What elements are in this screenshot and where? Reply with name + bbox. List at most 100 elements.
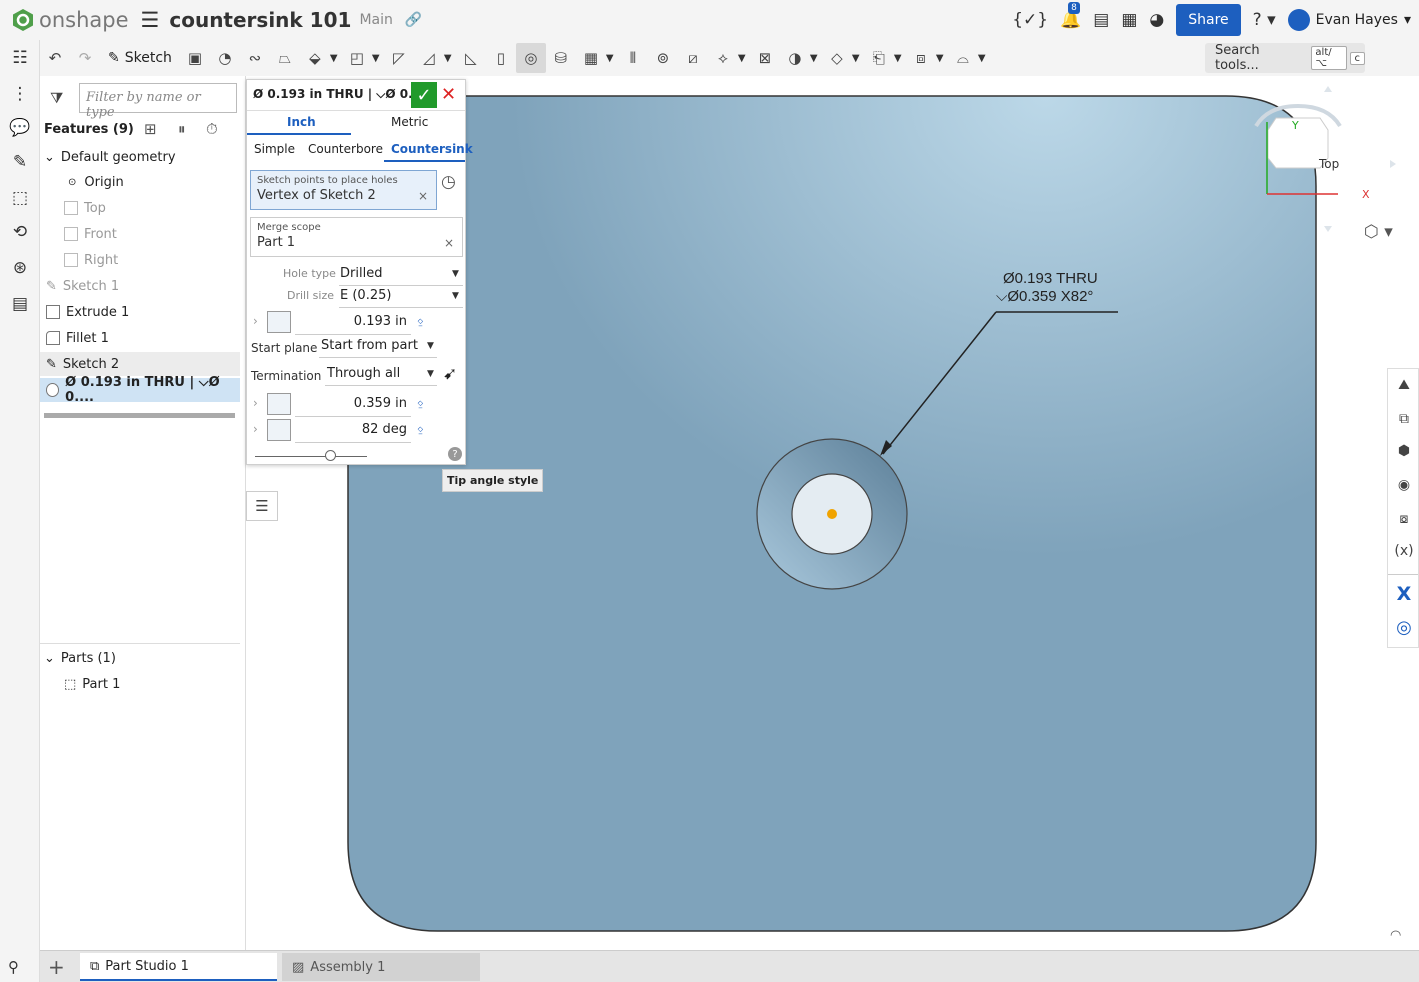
search-tools-input[interactable]: Search tools... alt/⌥ c (1205, 43, 1365, 73)
mirror-icon[interactable]: ⫴ (618, 43, 648, 73)
measure-icon[interactable]: ⧇ (1392, 507, 1416, 531)
part-1-item[interactable]: ⬚ Part 1 (64, 672, 264, 696)
tab-part-studio-1[interactable]: ⧉ Part Studio 1 (80, 953, 277, 981)
modify-fillet-icon[interactable]: ◑ (780, 43, 810, 73)
camera-icon[interactable]: ◠ (1390, 928, 1401, 943)
plane-right-item[interactable]: Right (64, 248, 264, 272)
parts-folder[interactable]: ⌄ Parts (1) (44, 646, 244, 670)
thicken-icon[interactable]: ⬙ (300, 43, 330, 73)
link-icon[interactable]: 🔗 (405, 12, 422, 28)
dropdown-caret[interactable]: ▼ (372, 53, 384, 64)
clear-icon[interactable]: × (444, 236, 454, 250)
tab-counterbore[interactable]: Counterbore (308, 142, 383, 156)
origin-item[interactable]: ⊙ Origin (68, 170, 268, 194)
countersink-diameter-input[interactable]: 0.359 in (337, 396, 407, 411)
start-plane-select[interactable]: Start from part (321, 338, 418, 353)
dropdown-caret[interactable]: ▼ (427, 369, 434, 379)
detail-slider-knob[interactable] (325, 450, 336, 461)
plane-top-item[interactable]: Top (64, 196, 264, 220)
hole-type-select[interactable]: Drilled (340, 266, 382, 281)
thread-icon[interactable]: ⛁ (546, 43, 576, 73)
user-menu[interactable]: Evan Hayes ▾ (1287, 9, 1411, 31)
dropdown-caret[interactable]: ▼ (852, 53, 864, 64)
revolve-icon[interactable]: ◔ (210, 43, 240, 73)
default-geometry-folder[interactable]: ⌄ Default geometry (44, 145, 244, 169)
cancel-button[interactable]: ✕ (441, 84, 456, 105)
surface-icon[interactable]: ⌓ (948, 43, 978, 73)
rib-icon[interactable]: ◺ (456, 43, 486, 73)
document-title[interactable]: countersink 101 (169, 8, 351, 32)
extrude-icon[interactable]: ▣ (180, 43, 210, 73)
tab-simple[interactable]: Simple (254, 142, 295, 156)
menu-icon[interactable]: ☰ (141, 8, 160, 32)
loft-icon[interactable]: ⏢ (270, 43, 300, 73)
code-icon[interactable]: {✓} (1012, 10, 1048, 30)
feature-list-icon[interactable]: ☷ (8, 46, 32, 70)
variables-icon[interactable]: ⋮ (8, 82, 32, 106)
rollback-pause-icon[interactable]: ⏸ (178, 120, 186, 138)
onshape-logo[interactable]: onshape (12, 8, 129, 32)
chevron-right-icon[interactable]: › (253, 314, 258, 328)
feature-sketch-2[interactable]: ✎ Sketch 2 (40, 352, 240, 376)
transform-icon[interactable]: ⟡ (708, 43, 738, 73)
analysis-app-icon[interactable]: ◎ (1392, 615, 1416, 639)
merge-scope-field[interactable]: Merge scope Part 1 × (250, 217, 463, 257)
help-icon[interactable]: ? ▾ (1253, 10, 1276, 30)
comments-icon[interactable]: 💬 (8, 116, 32, 140)
chamfer-icon[interactable]: ◸ (384, 43, 414, 73)
variables-fx-icon[interactable]: (x) (1392, 539, 1416, 563)
tab-metric[interactable]: Metric (391, 115, 428, 129)
feature-extrude-1[interactable]: Extrude 1 (46, 300, 246, 324)
countersink-angle-input[interactable]: 82 deg (337, 422, 407, 437)
filter-icon[interactable]: ⧩ (50, 89, 63, 107)
dropdown-caret[interactable]: ▼ (894, 53, 906, 64)
pattern-icon[interactable]: ▦ (576, 43, 606, 73)
undo-icon[interactable]: ↶ (40, 43, 70, 73)
worksheet-icon[interactable]: ▤ (1093, 10, 1109, 30)
dropdown-caret[interactable]: ▼ (810, 53, 822, 64)
dropdown-caret[interactable]: ▼ (606, 53, 618, 64)
tab-countersink[interactable]: Countersink (391, 142, 473, 156)
dropdown-caret[interactable]: ▼ (978, 53, 990, 64)
dropdown-caret[interactable]: ▼ (330, 53, 342, 64)
tab-assembly-1[interactable]: ▨ Assembly 1 (282, 953, 480, 981)
sketch-points-field[interactable]: Sketch points to place holes Vertex of S… (250, 170, 437, 210)
flip-direction-icon[interactable]: ➹ (443, 364, 457, 384)
dropdown-caret[interactable]: ▼ (444, 53, 456, 64)
plane-icon[interactable]: ◇ (822, 43, 852, 73)
notifications-bell-icon[interactable]: 🔔 8 (1060, 2, 1081, 30)
timer-icon[interactable]: ⏱ (206, 120, 218, 138)
draft-icon[interactable]: ◿ (414, 43, 444, 73)
plane-front-item[interactable]: Front (64, 222, 264, 246)
termination-select[interactable]: Through all (327, 366, 400, 381)
learning-icon[interactable]: ◕ (1149, 10, 1164, 30)
shell-icon[interactable]: ▯ (486, 43, 516, 73)
boolean-icon[interactable]: ⊚ (648, 43, 678, 73)
rollback-bar[interactable] (44, 413, 235, 418)
bom-icon[interactable]: ▤ (8, 292, 32, 316)
dropdown-caret[interactable]: ▼ (936, 53, 948, 64)
chevron-right-icon[interactable]: › (253, 422, 258, 436)
sweep-icon[interactable]: ∾ (240, 43, 270, 73)
apps-icon[interactable]: ▦ (1121, 10, 1137, 30)
filter-input[interactable]: Filter by name or type (79, 83, 237, 120)
drill-size-select[interactable]: E (0.25) (340, 288, 391, 303)
detail-slider-track[interactable] (255, 456, 367, 457)
history-icon[interactable]: ⟲ (8, 220, 32, 244)
hole-callout[interactable]: Ø0.193 THRU ⌵Ø0.359 X82° (996, 270, 1098, 306)
parts-icon[interactable]: ⬚ (8, 186, 32, 210)
feature-list-toggle-icon[interactable]: ☰ (246, 491, 278, 521)
feature-hole-1[interactable]: Ø 0.193 in THRU | ⌵Ø 0.... (40, 375, 240, 405)
clear-icon[interactable]: × (418, 189, 428, 203)
accept-button[interactable]: ✓ (411, 82, 437, 108)
feature-sketch-1[interactable]: ✎ Sketch 1 (46, 274, 246, 298)
dropdown-caret[interactable]: ▼ (427, 341, 434, 351)
help-icon[interactable]: ? (448, 447, 462, 461)
dropdown-caret[interactable]: ▼ (738, 53, 750, 64)
fillet-icon[interactable]: ◰ (342, 43, 372, 73)
add-tab-icon[interactable]: + (48, 955, 65, 979)
search-icon[interactable]: ⚲ (8, 958, 19, 976)
view-options-icon[interactable]: ⬡ ▾ (1364, 222, 1393, 242)
feature-fillet-1[interactable]: Fillet 1 (46, 326, 246, 350)
clock-icon[interactable]: ◷ (441, 172, 456, 192)
